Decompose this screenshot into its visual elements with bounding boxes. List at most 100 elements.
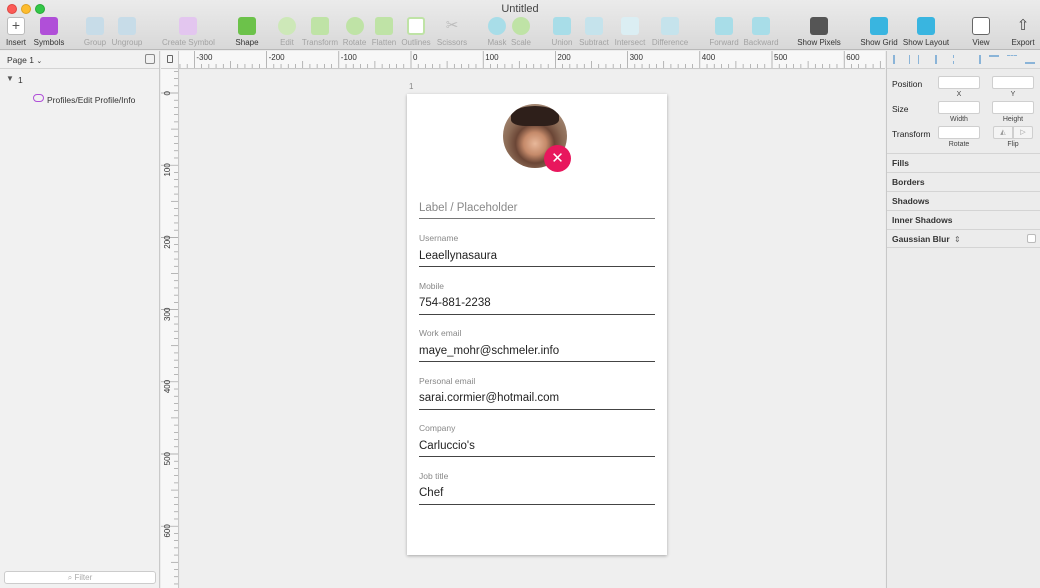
inner-shadows-section[interactable]: Inner Shadows: [887, 210, 1040, 229]
shape-icon: [238, 17, 256, 35]
mobile-value[interactable]: 754-881-2238: [419, 297, 491, 309]
union-button[interactable]: Union: [550, 17, 574, 49]
ungroup-button[interactable]: Ungroup: [111, 17, 143, 49]
align-top-icon[interactable]: [989, 55, 999, 64]
artboard[interactable]: ✕ Label / Placeholder Username Leaellyna…: [407, 94, 667, 555]
view-button[interactable]: View: [968, 17, 994, 49]
subtract-icon: [585, 17, 603, 35]
pixels-icon: [810, 17, 828, 35]
backward-button[interactable]: Backward: [743, 17, 779, 49]
export-button[interactable]: ⇧ Export: [1010, 17, 1036, 49]
job-title-underline: [419, 504, 655, 505]
window-title: Untitled: [501, 3, 539, 15]
plus-icon: +: [7, 17, 25, 35]
y-field[interactable]: [992, 76, 1034, 89]
height-field[interactable]: [992, 101, 1034, 114]
ruler-corner: [161, 51, 179, 69]
show-layout-button[interactable]: Show Layout: [902, 17, 950, 49]
show-grid-button[interactable]: Show Grid: [860, 17, 898, 49]
horizontal-ruler[interactable]: -300 -200 -100 0 100 200 300 400 500 600: [179, 51, 885, 69]
personal-email-value[interactable]: sarai.cormier@hotmail.com: [419, 392, 559, 404]
blur-enable-checkbox[interactable]: [1027, 234, 1036, 243]
vertical-ruler-ticks: 0 100 200 300 400 500 600: [161, 70, 178, 585]
flip-h-icon: ◭: [1000, 129, 1006, 136]
alignment-bar: [887, 51, 1040, 69]
fills-section[interactable]: Fills: [887, 153, 1040, 172]
flip-v-icon: ▷: [1020, 129, 1026, 136]
flip-horizontal-button[interactable]: ◭: [993, 126, 1013, 139]
scale-button[interactable]: Scale: [510, 17, 532, 49]
remove-avatar-button[interactable]: ✕: [544, 145, 571, 172]
ruler-label: 300: [630, 53, 644, 62]
align-middle-icon[interactable]: [1007, 55, 1017, 64]
transform-button[interactable]: Transform: [301, 17, 339, 49]
align-right-icon[interactable]: [971, 55, 981, 64]
align-left-icon[interactable]: [893, 55, 903, 64]
layer-group-row[interactable]: ▼ 1: [0, 74, 159, 88]
layout-icon: [917, 17, 935, 35]
vertical-ruler[interactable]: 0 100 200 300 400 500 600: [161, 69, 179, 588]
company-underline: [419, 456, 655, 457]
ruler-label: 0: [413, 53, 418, 62]
rotate-icon: [345, 17, 364, 35]
shadows-section[interactable]: Shadows: [887, 191, 1040, 210]
layer-row-artboard[interactable]: Profiles/Edit Profile/Info: [0, 93, 159, 107]
horizontal-ruler-ticks: -300 -200 -100 0 100 200 300 400 500 600: [179, 51, 881, 68]
placeholder-field[interactable]: Label / Placeholder: [419, 202, 517, 214]
create-symbol-button[interactable]: Create Symbol: [162, 17, 215, 49]
y-label: Y: [1010, 91, 1016, 98]
canvas[interactable]: 1 ✕ Label / Placeholder Username Leaelly…: [180, 70, 885, 588]
distribute-h-icon[interactable]: [909, 55, 919, 64]
gaussian-blur-label: Gaussian Blur: [892, 234, 950, 244]
ruler-label: 500: [774, 53, 788, 62]
sketch-window: Untitled + Insert Symbols Group Ungroup …: [0, 0, 1040, 588]
ungroup-icon: [118, 17, 136, 35]
symbols-icon: [40, 17, 58, 35]
edit-button[interactable]: Edit: [277, 17, 297, 49]
show-pixels-button[interactable]: Show Pixels: [797, 17, 841, 49]
subtract-button[interactable]: Subtract: [578, 17, 610, 49]
filter-field[interactable]: ⌕ Filter: [4, 571, 156, 584]
symbols-button[interactable]: Symbols: [33, 17, 65, 49]
toolbar: Untitled + Insert Symbols Group Ungroup …: [0, 0, 1040, 50]
transform-label: Transform: [892, 129, 931, 139]
insert-button[interactable]: + Insert: [5, 17, 27, 49]
rotate-field[interactable]: [938, 126, 980, 139]
page-selector[interactable]: Page 1 ⌄: [7, 55, 42, 65]
ruler-label: 600: [846, 53, 860, 62]
rotate-button[interactable]: Rotate: [342, 17, 367, 49]
group-button[interactable]: Group: [82, 17, 108, 49]
intersect-button[interactable]: Intersect: [613, 17, 647, 49]
username-value[interactable]: Leaellynasaura: [419, 250, 497, 262]
chevron-down-icon: ⌄: [36, 58, 43, 65]
work-email-value[interactable]: maye_mohr@schmeler.info: [419, 345, 559, 357]
job-title-value[interactable]: Chef: [419, 487, 443, 499]
company-value[interactable]: Carluccio's: [419, 440, 475, 452]
difference-button[interactable]: Difference: [651, 17, 689, 49]
shape-button[interactable]: Shape: [233, 17, 261, 49]
ruler-label: 200: [557, 53, 571, 62]
artboard-label[interactable]: 1: [409, 82, 413, 91]
width-field[interactable]: [938, 101, 980, 114]
collapse-pages-icon[interactable]: [145, 54, 155, 64]
scissors-button[interactable]: ✂ Scissors: [436, 17, 468, 49]
x-field[interactable]: [938, 76, 980, 89]
flatten-button[interactable]: Flatten: [371, 17, 397, 49]
align-bottom-icon[interactable]: [1025, 55, 1035, 64]
outlines-button[interactable]: Outlines: [401, 17, 431, 49]
scale-icon: [512, 17, 530, 35]
gaussian-blur-section[interactable]: Gaussian Blur ⇕: [887, 229, 1040, 248]
forward-button[interactable]: Forward: [708, 17, 740, 49]
ruler-label: 100: [485, 53, 499, 62]
flip-vertical-button[interactable]: ▷: [1013, 126, 1033, 139]
ruler-label: 0: [163, 90, 172, 95]
borders-section[interactable]: Borders: [887, 172, 1040, 191]
mask-button[interactable]: Mask: [485, 17, 509, 49]
disclosure-triangle-icon[interactable]: ▼: [6, 74, 14, 83]
work-email-underline: [419, 361, 655, 362]
username-label: Username: [419, 233, 459, 243]
align-left-edge-icon[interactable]: [935, 55, 945, 64]
align-center-h-icon[interactable]: [953, 55, 963, 64]
blur-type-stepper-icon[interactable]: ⇕: [954, 235, 961, 244]
flatten-icon: [375, 17, 393, 35]
